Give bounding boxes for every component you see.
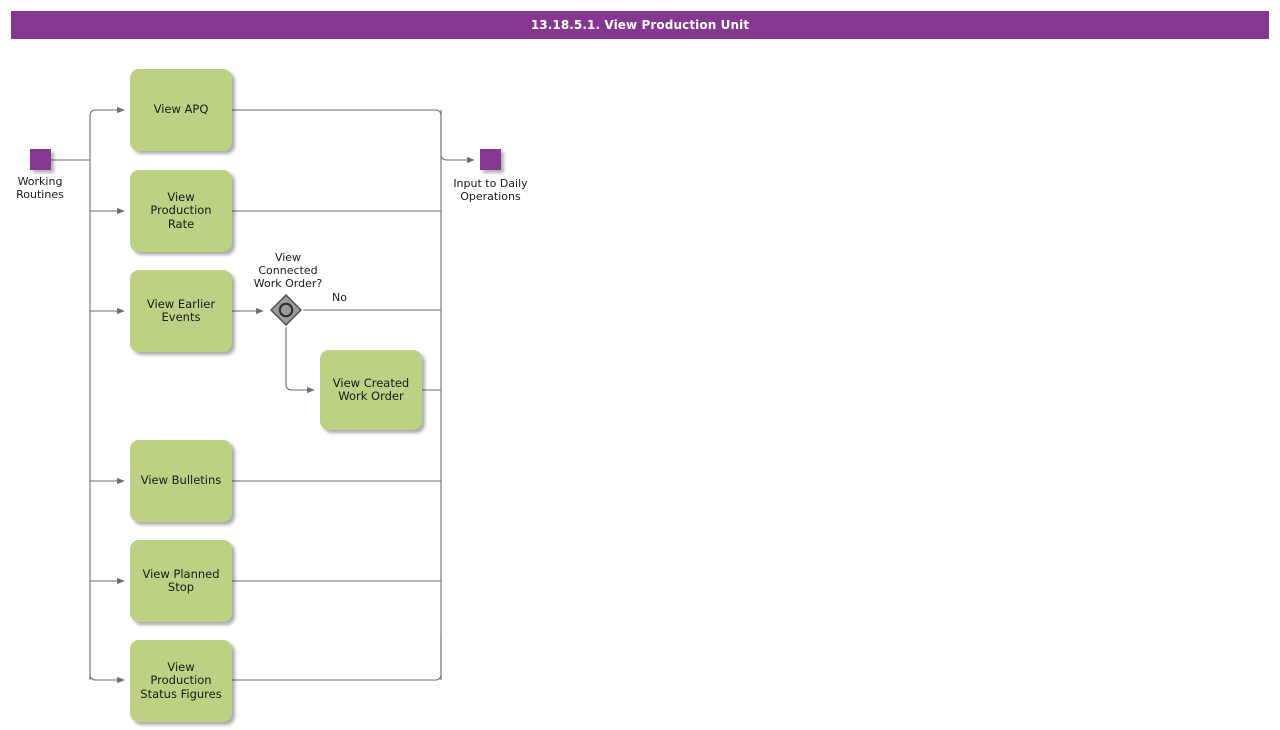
flow-to-view-production-status-figures	[89, 673, 125, 684]
process-diagram-canvas: Working Routines Input to Daily Operatio…	[0, 0, 1280, 730]
task-label: View Bulletins	[140, 473, 222, 488]
task-label: View Created Work Order	[332, 375, 410, 403]
task-view-earlier-events[interactable]: View Earlier Events	[130, 270, 232, 352]
gateway-label: View Connected Work Order?	[253, 251, 323, 290]
task-label: View APQ	[153, 102, 209, 117]
start-event-label: Working Routines	[16, 175, 64, 201]
end-event[interactable]	[480, 149, 501, 170]
end-event-label: Input to Daily Operations	[453, 177, 528, 203]
task-view-production-rate[interactable]: View Production Rate	[130, 170, 232, 252]
task-label: View Production Rate	[150, 189, 212, 231]
task-label: View Planned Stop	[142, 566, 220, 594]
task-view-apq[interactable]: View APQ	[130, 69, 232, 151]
task-label: View Earlier Events	[146, 296, 216, 324]
flow-merge-to-end-event	[440, 153, 475, 164]
flow-gateway-to-view-created-work-order	[285, 327, 315, 394]
task-view-production-status-figures[interactable]: View Production Status Figures	[130, 640, 232, 722]
task-view-bulletins[interactable]: View Bulletins	[130, 440, 232, 522]
task-view-created-work-order[interactable]: View Created Work Order	[320, 350, 422, 430]
task-view-planned-stop[interactable]: View Planned Stop	[130, 540, 232, 622]
gateway-view-connected-work-order[interactable]	[269, 293, 303, 327]
start-event[interactable]	[30, 149, 51, 170]
task-label: View Production Status Figures	[140, 659, 222, 701]
flow-to-view-apq	[89, 106, 125, 117]
flow-view-production-status-figures-to-merge	[232, 636, 442, 681]
flow-view-apq-to-merge	[232, 109, 442, 154]
gateway-branch-no-label: No	[332, 291, 347, 304]
